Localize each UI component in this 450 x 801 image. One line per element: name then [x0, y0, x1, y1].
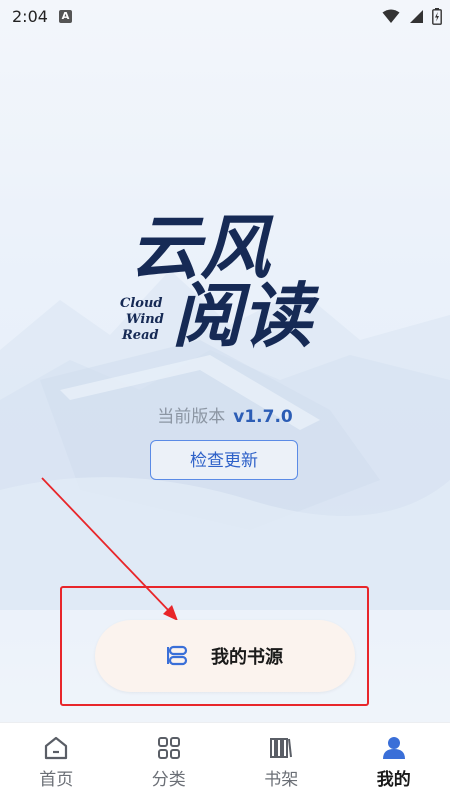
- nav-label-bookshelf: 书架: [264, 765, 298, 790]
- app-logo: 云风 阅读 Cloud Wind Read: [112, 180, 342, 360]
- nav-item-category[interactable]: 分类: [113, 723, 226, 801]
- nav-label-home: 首页: [39, 765, 73, 790]
- status-time: 2:04: [12, 7, 48, 26]
- grid-icon: [156, 735, 182, 761]
- bookshelf-icon: [268, 735, 294, 761]
- logo-en-wind: Wind: [126, 312, 164, 327]
- home-icon: [43, 735, 69, 761]
- my-book-source-label: 我的书源: [211, 643, 283, 669]
- notification-a-icon: A: [59, 10, 72, 23]
- version-info: 当前版本 v1.7.0: [0, 402, 450, 427]
- bottom-nav: 首页 分类 书架 我的: [0, 722, 450, 801]
- battery-icon: [432, 8, 442, 25]
- my-book-source-button[interactable]: 我的书源: [95, 620, 355, 692]
- nav-label-category: 分类: [152, 765, 186, 790]
- book-source-icon: [167, 645, 191, 667]
- nav-item-mine[interactable]: 我的: [338, 723, 450, 801]
- logo-en-read: Read: [121, 328, 159, 343]
- person-icon: [381, 735, 407, 761]
- nav-item-bookshelf[interactable]: 书架: [225, 723, 338, 801]
- version-label: 当前版本: [157, 407, 225, 427]
- signal-icon: [408, 9, 424, 24]
- status-bar: 2:04 A: [0, 0, 450, 34]
- check-update-button[interactable]: 检查更新: [150, 440, 298, 480]
- version-number: v1.7.0: [233, 407, 292, 427]
- logo-en-cloud: Cloud: [120, 296, 163, 311]
- status-icons: [382, 8, 442, 25]
- logo-graphic: 云风 阅读 Cloud Wind Read: [112, 180, 342, 360]
- nav-item-home[interactable]: 首页: [0, 723, 113, 801]
- nav-label-mine: 我的: [377, 765, 411, 790]
- logo-line2: 阅读: [172, 274, 320, 357]
- wifi-icon: [382, 9, 400, 24]
